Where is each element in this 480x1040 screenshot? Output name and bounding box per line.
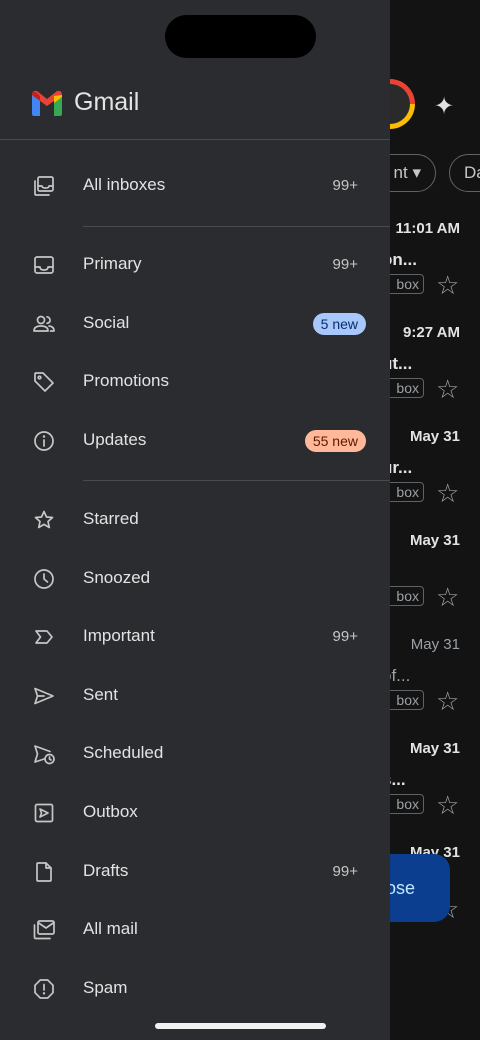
drawer-item-label: Scheduled [83,743,164,762]
star-icon[interactable]: ☆ [436,478,459,509]
navigation-drawer: Gmail All inboxes 99+ Primary 99+ Social… [0,0,390,1040]
drawer-item-label: Sent [83,685,118,704]
gmail-logo-icon [32,90,62,116]
gemini-sparkle-icon[interactable]: ✦ [434,92,454,121]
tag-icon [32,370,56,394]
drawer-item-all-inboxes[interactable]: All inboxes 99+ [0,158,390,214]
email-time: May 31 [410,636,460,653]
draft-icon [32,860,56,884]
drawer-item-label: Outbox [83,802,138,821]
drawer-item-drafts[interactable]: Drafts 99+ [0,844,390,900]
filter-chip[interactable]: Da [449,154,480,192]
email-time: May 31 [409,428,460,445]
drawer-item-label: Spam [83,978,128,997]
unread-count: 99+ [332,177,358,194]
divider [83,480,390,481]
drawer-item-label: Primary [83,254,142,273]
divider [83,226,390,227]
drawer-item-label: Important [83,626,155,645]
drawer-item-scheduled[interactable]: Scheduled [0,726,390,782]
drawer-item-snoozed[interactable]: Snoozed [0,551,390,607]
unread-count: 99+ [332,256,358,273]
info-icon [32,429,56,453]
drawer-item-starred[interactable]: Starred [0,492,390,548]
new-count-badge: 5 new [312,313,366,335]
drawer-item-important[interactable]: Important 99+ [0,609,390,665]
email-time: May 31 [409,532,460,549]
new-count-badge: 55 new [304,430,366,452]
drawer-item-label: Social [83,313,130,332]
drawer-item-outbox[interactable]: Outbox [0,785,390,841]
star-icon[interactable]: ☆ [436,374,459,405]
divider [0,139,390,140]
send-icon [32,684,56,708]
star-icon [32,508,56,532]
gmail-brand: Gmail [30,88,139,117]
drawer-item-label: All inboxes [83,175,166,194]
drawer-item-label: Starred [83,509,139,528]
drawer-item-label: All mail [83,919,138,938]
drawer-item-updates[interactable]: Updates 55 new [0,413,390,469]
drawer-item-promotions[interactable]: Promotions [0,354,390,410]
drawer-item-label: Snoozed [83,568,151,587]
clock-icon [32,567,56,591]
drawer-item-label: Drafts [83,861,129,880]
people-icon [32,312,56,336]
drawer-item-sent[interactable]: Sent [0,668,390,724]
drawer-item-all-mail[interactable]: All mail [0,902,390,958]
unread-count: 99+ [332,628,358,645]
star-icon[interactable]: ☆ [436,790,459,821]
unread-count: 99+ [332,863,358,880]
important-icon [32,625,56,649]
email-time: 9:27 AM [403,324,460,341]
app-title: Gmail [74,88,140,116]
all-mail-icon [32,918,56,942]
all-inboxes-icon [32,174,56,198]
dynamic-island [165,15,316,58]
drawer-item-label: Updates [83,430,147,449]
scheduled-send-icon [32,742,56,766]
email-time: May 31 [409,740,460,757]
star-icon[interactable]: ☆ [436,582,459,613]
drawer-item-primary[interactable]: Primary 99+ [0,237,390,293]
drawer-item-label: Promotions [83,371,169,390]
inbox-icon [32,253,56,277]
drawer-item-spam[interactable]: Spam [0,961,390,1017]
spam-icon [32,977,56,1001]
star-icon[interactable]: ☆ [436,686,459,717]
home-indicator[interactable] [155,1023,326,1029]
outbox-icon [32,801,56,825]
drawer-item-social[interactable]: Social 5 new [0,296,390,352]
email-time: 11:01 AM [395,220,460,237]
star-icon[interactable]: ☆ [436,270,459,301]
